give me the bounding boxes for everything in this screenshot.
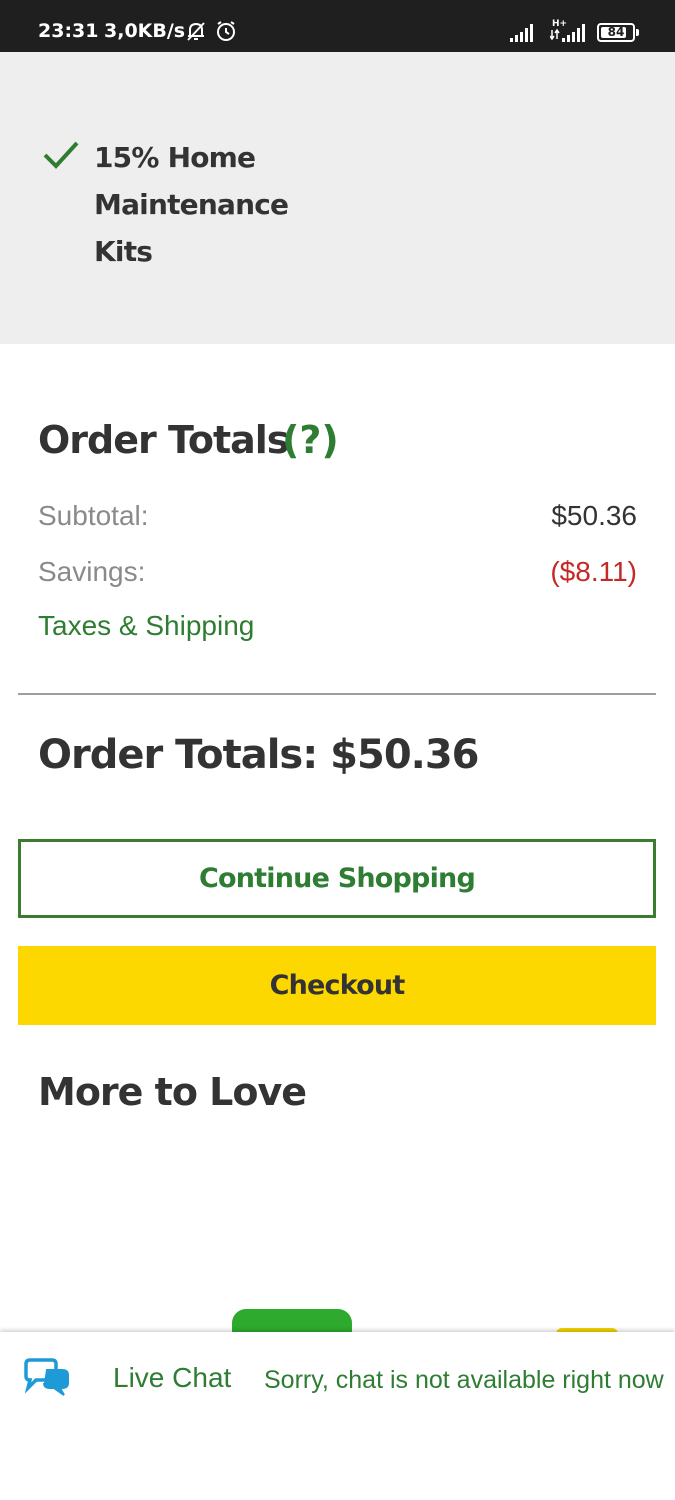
mobile-data-signal-icon [550,24,585,42]
network-speed: 3,0KB/s [104,20,186,42]
grand-total: Order Totals: $50.36 [38,732,480,778]
subtotal-value: $50.36 [551,500,637,531]
taxes-shipping-link[interactable]: Taxes & Shipping [38,610,254,642]
checkout-label: Checkout [269,970,406,1001]
promo-line-2: Maintenance [94,188,289,221]
order-totals-title: Order Totals [38,418,289,462]
subtotal-label: Subtotal: [38,500,149,531]
silent-bell-icon [187,22,205,41]
status-time: 23:31 [38,20,99,42]
continue-shopping-label: Continue Shopping [199,863,476,894]
continue-shopping-button[interactable]: Continue Shopping [18,839,656,918]
order-totals-help-link[interactable]: (?) [282,418,339,462]
savings-value: ($8.11) [550,556,637,587]
live-chat-label[interactable]: Live Chat [113,1362,231,1394]
divider [18,693,656,695]
live-chat-bar: Live Chat Sorry, chat is not available r… [0,1332,675,1500]
alarm-clock-icon [217,21,235,41]
battery-level: 84 [607,25,625,39]
checkout-button[interactable]: Checkout [18,946,656,1025]
chat-bubbles-icon[interactable] [22,1358,72,1398]
battery-icon: 84 [597,23,635,42]
promo-text: 15% Home Maintenance Kits [94,134,334,275]
battery-tip [636,29,639,36]
chat-status-message: Sorry, chat is not available right now [264,1366,664,1394]
signal-strength-icon [510,24,533,42]
status-bar: 23:31 3,0KB/s H+ 84 [0,0,675,52]
check-icon [43,141,79,169]
promo-line-3: Kits [94,235,153,268]
promo-line-1: 15% Home [94,141,256,174]
more-to-love-title: More to Love [38,1070,307,1114]
savings-label: Savings: [38,556,146,587]
